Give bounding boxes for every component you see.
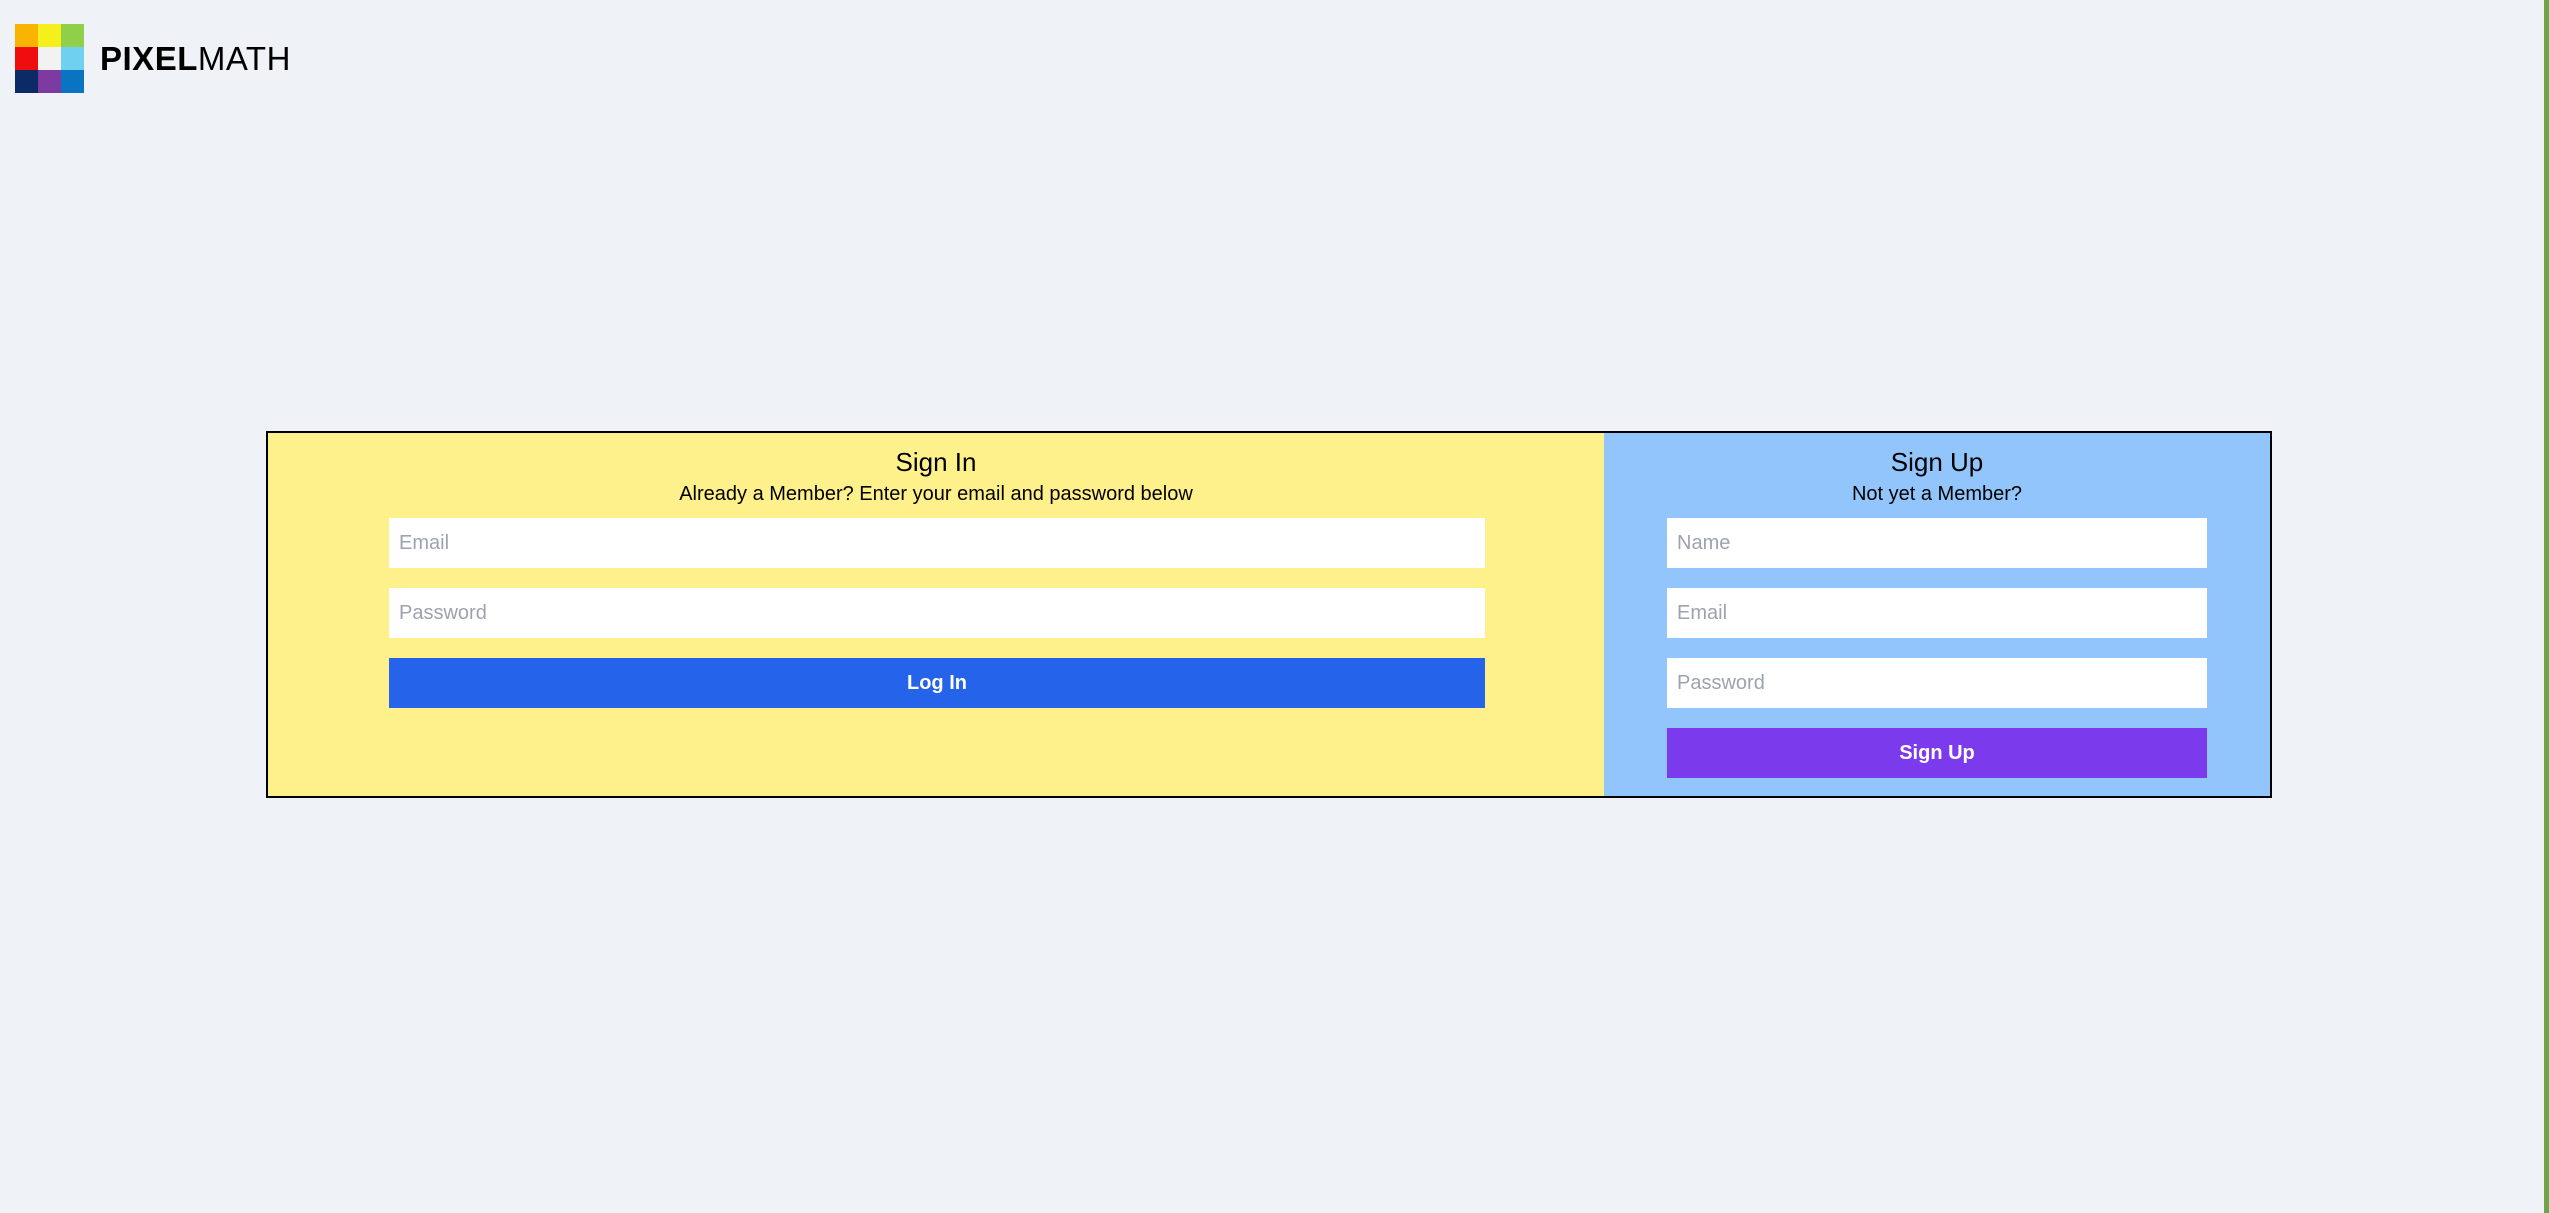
signup-name-field[interactable] [1667,518,2207,568]
brand-logo[interactable]: PIXELMATH [15,24,291,93]
logo-grid-icon [15,24,84,93]
auth-panel: Sign In Already a Member? Enter your ema… [266,431,2272,798]
right-edge-strip [2544,0,2549,1213]
logo-cell [38,70,61,93]
login-button[interactable]: Log In [389,658,1485,708]
signin-section: Sign In Already a Member? Enter your ema… [268,433,1604,796]
logo-cell [38,47,61,70]
signup-title: Sign Up [1890,447,1984,477]
signin-title: Sign In [895,447,977,477]
brand-name-regular: MATH [197,40,291,77]
logo-cell [15,70,38,93]
logo-cell [15,24,38,47]
signin-password-field[interactable] [389,588,1485,638]
signup-button[interactable]: Sign Up [1667,728,2207,778]
logo-cell [61,47,84,70]
signup-password-field[interactable] [1667,658,2207,708]
logo-cell [61,70,84,93]
signup-email-field[interactable] [1667,588,2207,638]
logo-cell [61,24,84,47]
signup-section: Sign Up Not yet a Member? Sign Up [1604,433,2270,796]
brand-name: PIXELMATH [100,42,291,75]
signin-subtitle: Already a Member? Enter your email and p… [679,483,1193,505]
signin-email-field[interactable] [389,518,1485,568]
signup-subtitle: Not yet a Member? [1851,483,2023,505]
logo-cell [38,24,61,47]
brand-name-bold: PIXEL [100,40,198,77]
logo-cell [15,47,38,70]
